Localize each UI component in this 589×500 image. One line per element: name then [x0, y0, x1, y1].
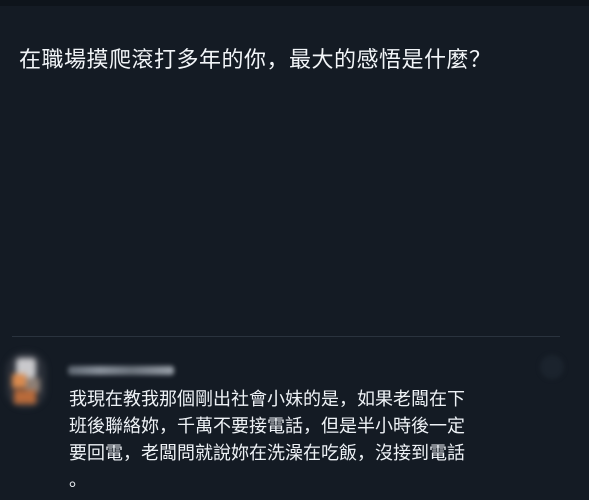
divider — [12, 336, 560, 337]
comment-line: 班後聯絡妳，千萬不要接電話，但是半小時後一定 — [69, 416, 465, 437]
comment-line: 我現在教我那個剛出社會小妹的是，如果老闆在下 — [69, 389, 465, 410]
top-bar — [0, 0, 589, 6]
comment-line: 要回電，老闆問就說妳在洗澡在吃飯，沒接到電話 — [69, 443, 465, 464]
comment-options-icon[interactable] — [540, 355, 564, 379]
comment-text: 我現在教我那個剛出社會小妹的是，如果老闆在下 班後聯絡妳，千萬不要接電話，但是半… — [69, 386, 539, 494]
blurred-username[interactable] — [68, 366, 174, 375]
comment-line: 。 — [69, 470, 87, 491]
avatar[interactable] — [6, 352, 46, 408]
post-question: 在職場摸爬滾打多年的你，最大的感悟是什麼？ — [19, 48, 492, 73]
